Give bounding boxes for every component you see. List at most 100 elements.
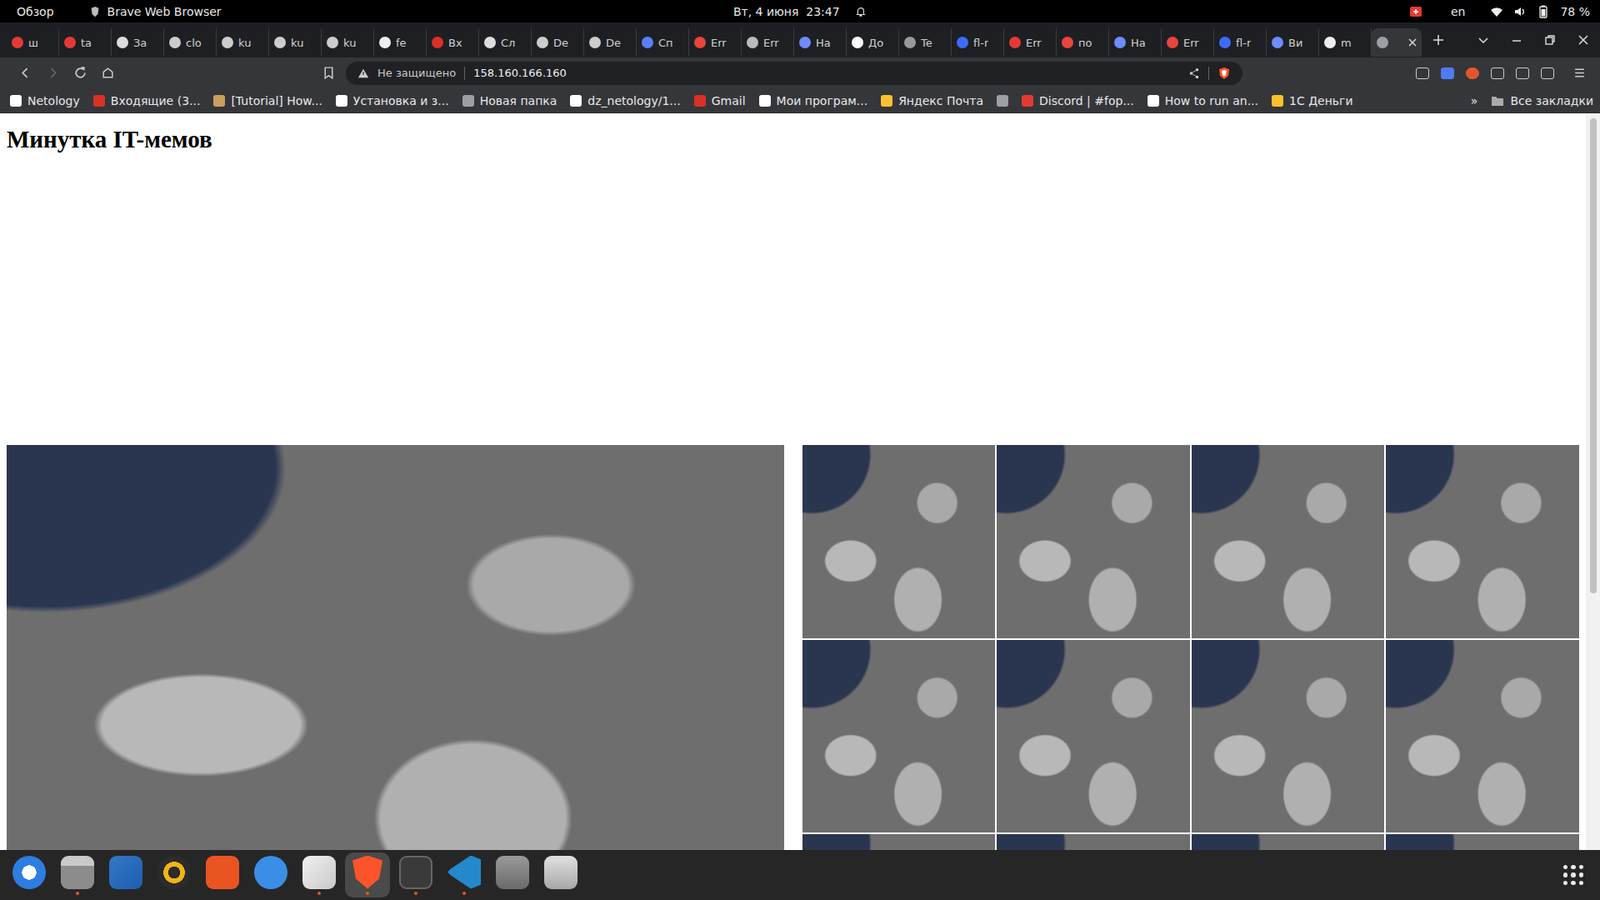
bookmark-item[interactable]: Discord | #fop... (1021, 94, 1135, 108)
bookmark-item[interactable]: How to run an... (1147, 94, 1259, 108)
tab-label: До (868, 36, 884, 50)
dock-app[interactable] (441, 852, 487, 898)
browser-tab[interactable]: по (1056, 28, 1110, 57)
bookmark-item[interactable]: Netology (10, 94, 80, 108)
browser-tab[interactable]: Err (1004, 28, 1057, 57)
dock-app[interactable] (393, 852, 439, 898)
scrollbar[interactable] (1585, 113, 1600, 850)
bookmark-item[interactable]: dz_netology/1... (570, 94, 680, 108)
scrollbar-thumb[interactable] (1590, 118, 1597, 594)
security-label[interactable]: Не защищено (377, 66, 456, 80)
browser-tab[interactable]: Te (899, 28, 952, 57)
writer-icon (109, 855, 143, 890)
sidebar-toggle-icon[interactable] (1415, 67, 1430, 80)
wifi-icon[interactable] (1490, 5, 1504, 19)
favicon-icon (694, 36, 706, 49)
url-text[interactable]: 158.160.166.160 (473, 66, 567, 80)
all-bookmarks-folder[interactable]: Все закладки (1490, 94, 1594, 108)
browser-tab[interactable]: ku (216, 28, 270, 57)
cat-photo-tile (1191, 834, 1385, 850)
store-icon (205, 855, 240, 890)
language-indicator[interactable]: en (1450, 5, 1466, 19)
bookmark-item[interactable]: Установка и з... (335, 94, 450, 108)
dock-app[interactable] (538, 852, 584, 898)
home-icon[interactable] (94, 65, 122, 80)
address-bar[interactable]: Не защищено 158.160.166.160 (345, 61, 1243, 85)
dock-app[interactable] (151, 852, 197, 898)
browser-tab[interactable]: До (846, 28, 900, 57)
browser-tab[interactable]: Сл (479, 28, 532, 57)
favicon-icon (904, 36, 916, 49)
browser-tab[interactable]: fl-r (951, 28, 1005, 57)
bookmark-icon[interactable] (315, 65, 343, 80)
browser-tab[interactable]: m (1319, 28, 1372, 57)
dock-app[interactable] (55, 852, 100, 898)
tab-search-icon[interactable] (1466, 33, 1500, 47)
close-icon[interactable] (1408, 38, 1417, 47)
dock-app[interactable] (6, 852, 52, 898)
cat-photo-tile (996, 640, 1190, 834)
more-bookmarks-button[interactable]: » (1470, 94, 1479, 108)
browser-tab[interactable]: Err (1161, 28, 1215, 57)
extension-icon[interactable] (1465, 67, 1480, 80)
minimize-icon[interactable] (1500, 33, 1534, 47)
browser-tab[interactable]: Err (741, 28, 795, 57)
dock-app[interactable] (103, 852, 149, 898)
dock-app[interactable] (248, 852, 294, 898)
bookmark-item[interactable]: Входящие (3... (93, 94, 201, 108)
translate-icon[interactable] (1440, 67, 1455, 80)
bookmark-item[interactable]: [Tutorial] How... (213, 94, 322, 108)
browser-tab[interactable]: Ви (1266, 28, 1320, 57)
browser-tab[interactable]: ш (6, 28, 60, 57)
running-dot (559, 891, 563, 895)
dock-app[interactable] (296, 852, 342, 898)
app-menu[interactable]: Brave Web Browser (89, 5, 222, 19)
extensions-icon[interactable] (1490, 67, 1505, 80)
browser-tab[interactable]: ta (59, 28, 112, 57)
bookmark-item[interactable]: Мои програм... (759, 94, 869, 108)
browser-tab[interactable]: Err (689, 28, 742, 57)
battery-icon[interactable] (1536, 5, 1550, 19)
favicon-icon (1219, 36, 1231, 49)
bookmark-item[interactable]: Новая папка (462, 94, 558, 108)
new-tab-icon[interactable] (1421, 33, 1455, 47)
browser-tab[interactable]: De (584, 28, 637, 57)
reload-icon[interactable] (66, 65, 95, 80)
clock[interactable]: Вт, 4 июня 23:47 (733, 5, 867, 19)
bookmark-item[interactable] (996, 95, 1009, 107)
share-icon[interactable] (1188, 67, 1200, 80)
dock-app[interactable] (200, 852, 245, 898)
browser-tab[interactable] (1371, 28, 1422, 57)
yandex-disk-icon[interactable] (1409, 5, 1423, 19)
browser-tab[interactable]: ku (269, 28, 322, 57)
bookmark-item[interactable]: Gmail (694, 94, 746, 108)
activities-button[interactable]: Обзор (10, 5, 61, 19)
menu-icon[interactable] (1565, 65, 1594, 80)
sidebar-icon[interactable] (1515, 67, 1530, 80)
browser-tab[interactable]: Вх (426, 28, 480, 57)
show-apps-icon[interactable] (1563, 865, 1584, 885)
browser-tab[interactable]: fl-r (1214, 28, 1267, 57)
brave-shields-icon[interactable] (1217, 66, 1231, 80)
favicon-icon (1166, 36, 1179, 49)
browser-tab[interactable]: De (531, 28, 585, 57)
browser-tab[interactable]: За (111, 28, 165, 57)
back-icon[interactable] (11, 65, 40, 80)
browser-tab[interactable]: На (794, 28, 847, 57)
warning-icon[interactable] (357, 67, 370, 80)
forward-icon[interactable] (39, 65, 67, 80)
restore-icon[interactable] (1533, 33, 1567, 47)
browser-tab[interactable]: fe (374, 28, 427, 57)
browser-tab[interactable]: На (1109, 28, 1162, 57)
volume-icon[interactable] (1513, 5, 1527, 19)
dock-app[interactable] (345, 852, 390, 898)
dock-app[interactable] (490, 852, 535, 898)
browser-tab[interactable]: ku (321, 28, 375, 57)
close-window-icon[interactable] (1566, 33, 1600, 47)
favicon-icon (11, 36, 24, 49)
wallet-icon[interactable] (1540, 67, 1555, 80)
browser-tab[interactable]: Сп (636, 28, 690, 57)
bookmark-item[interactable]: Яндекс Почта (880, 94, 984, 108)
browser-tab[interactable]: clo (164, 28, 217, 57)
bookmark-item[interactable]: 1С Деньги (1271, 94, 1354, 108)
